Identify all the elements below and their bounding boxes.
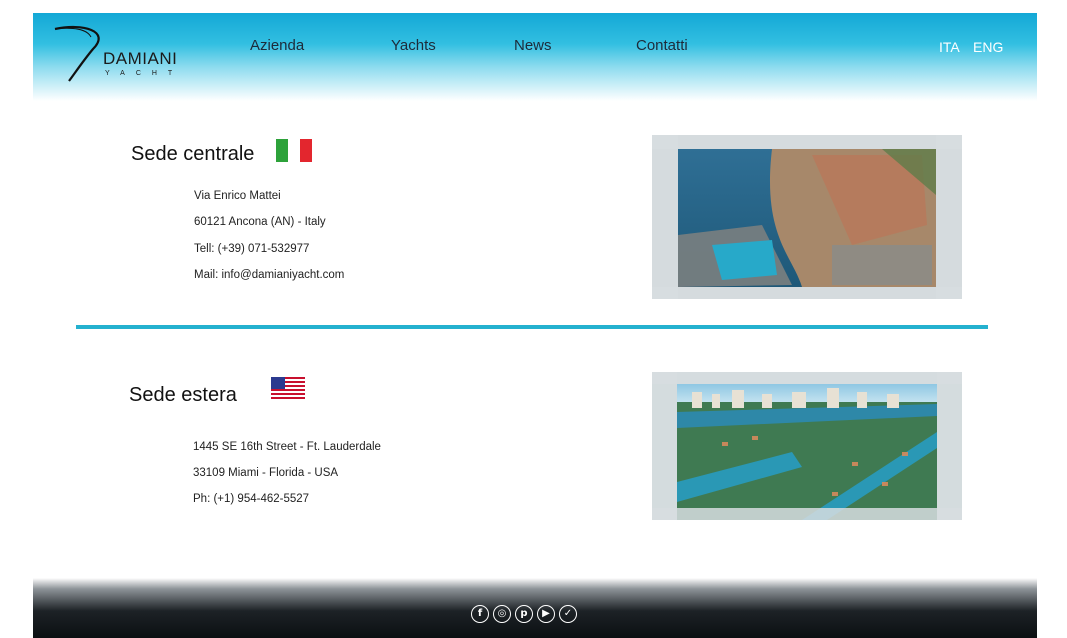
logo-subtitle: YACHT xyxy=(105,70,184,77)
header: DAMIANI YACHT Azienda Yachts News Contat… xyxy=(33,13,1037,101)
main-city-line: 60121 Ancona (AN) - Italy xyxy=(194,216,326,228)
main-address-line: Via Enrico Mattei xyxy=(194,190,281,202)
twitter-icon[interactable]: ✓ xyxy=(559,605,577,623)
nav-item-azienda[interactable]: Azienda xyxy=(250,37,304,54)
italy-flag-icon xyxy=(276,139,312,162)
foreign-city-line: 33109 Miami - Florida - USA xyxy=(193,467,339,479)
footer: f ◎ p ▶ ✓ xyxy=(33,578,1037,638)
foreign-address-line: 1445 SE 16th Street - Ft. Lauderdale xyxy=(193,441,381,453)
pinterest-icon[interactable]: p xyxy=(515,605,533,623)
nav-item-contatti[interactable]: Contatti xyxy=(636,37,688,54)
instagram-icon[interactable]: ◎ xyxy=(493,605,511,623)
nav-item-news[interactable]: News xyxy=(514,37,552,54)
youtube-icon[interactable]: ▶ xyxy=(537,605,555,623)
lang-ita[interactable]: ITA xyxy=(939,39,960,55)
section-title-main: Sede centrale xyxy=(131,143,255,165)
main-mail-line[interactable]: Mail: info@damianiyacht.com xyxy=(194,269,344,281)
facebook-icon[interactable]: f xyxy=(471,605,489,623)
lang-eng[interactable]: ENG xyxy=(973,39,1003,55)
social-links: f ◎ p ▶ ✓ xyxy=(471,605,577,623)
page: DAMIANI YACHT Azienda Yachts News Contat… xyxy=(33,13,1037,638)
foreign-phone-line: Ph: (+1) 954-462-5527 xyxy=(193,493,310,505)
logo[interactable]: DAMIANI YACHT xyxy=(53,23,213,85)
usa-flag-icon xyxy=(271,377,305,401)
ancona-aerial-photo xyxy=(652,135,962,299)
main-phone-line: Tell: (+39) 071-532977 xyxy=(194,243,310,255)
logo-name: DAMIANI xyxy=(103,49,178,68)
section-title-foreign: Sede estera xyxy=(129,384,237,406)
miami-aerial-photo xyxy=(652,372,962,520)
section-divider xyxy=(76,325,988,329)
nav-item-yachts[interactable]: Yachts xyxy=(391,37,436,54)
